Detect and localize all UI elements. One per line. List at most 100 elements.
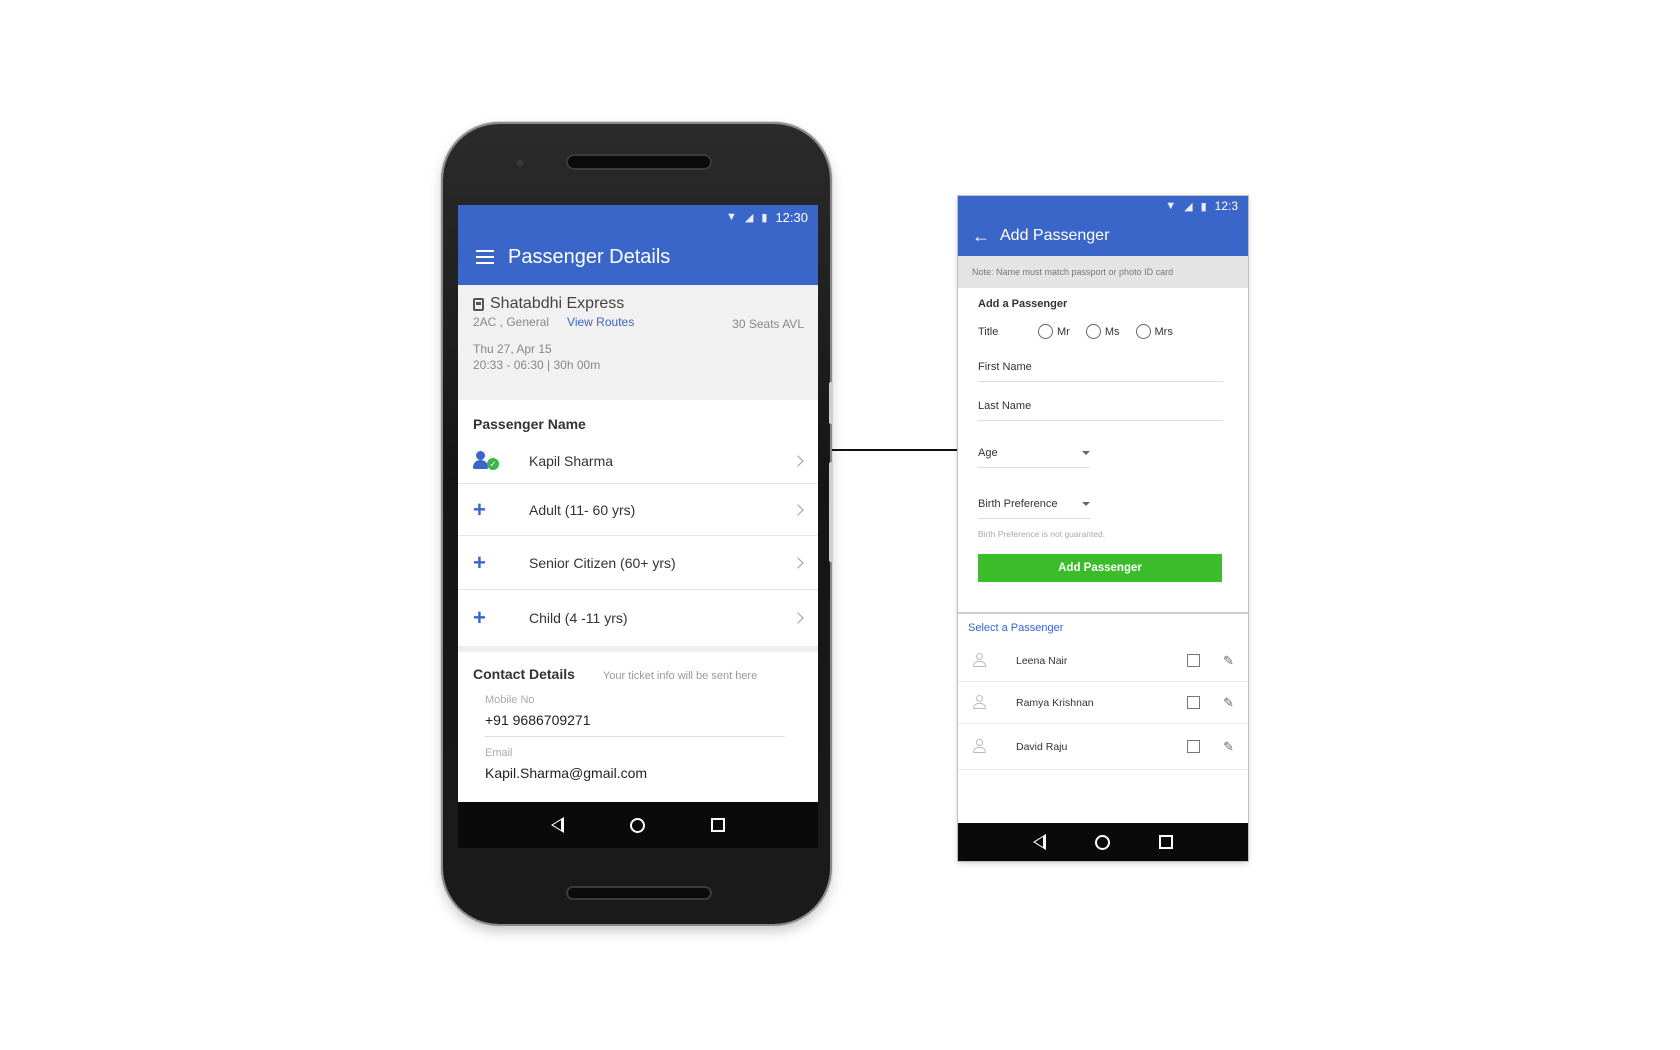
birth-label: Birth Preference (978, 498, 1058, 510)
age-select[interactable]: Age (978, 447, 1090, 468)
train-summary-card: Shatabdhi Express 2AC , General View Rou… (458, 285, 818, 400)
plus-icon: + (473, 549, 486, 575)
user-outline-icon (972, 738, 988, 755)
saved-passenger-row[interactable]: David Raju ✎ (958, 724, 1248, 770)
radio-mr-label: Mr (1057, 325, 1070, 338)
radio-mrs-label: Mrs (1154, 325, 1173, 338)
add-senior-row[interactable]: + Senior Citizen (60+ yrs) (458, 536, 818, 590)
mobile-label: Mobile No (485, 694, 535, 706)
add-adult-row[interactable]: + Adult (11- 60 yrs) (458, 484, 818, 536)
email-value[interactable]: Kapil.Sharma@gmail.com (485, 765, 785, 789)
title-label: Title (978, 325, 999, 338)
mobile-value[interactable]: +91 9686709271 (485, 712, 785, 737)
birth-preference-select[interactable]: Birth Preference (978, 498, 1090, 519)
selected-passenger-row[interactable]: ✓ Kapil Sharma (458, 438, 818, 484)
user-check-icon: ✓ (473, 450, 501, 471)
add-child-label: Child (4 -11 yrs) (529, 610, 628, 626)
add-child-row[interactable]: + Child (4 -11 yrs) (458, 590, 818, 646)
form-title: Add a Passenger (978, 298, 1068, 310)
phone-side-button (829, 462, 833, 562)
passenger-section-title: Passenger Name (473, 416, 586, 432)
saved-passenger-name: Ramya Krishnan (1016, 696, 1094, 709)
arrow-left-icon[interactable]: ← (972, 227, 990, 245)
view-routes-link[interactable]: View Routes (567, 315, 634, 329)
plus-icon: + (473, 605, 486, 630)
user-outline-icon (972, 652, 988, 669)
train-icon (473, 297, 484, 311)
pencil-edit-icon[interactable]: ✎ (1223, 695, 1234, 711)
age-label: Age (978, 447, 998, 459)
back-triangle-icon[interactable] (551, 817, 564, 833)
saved-passenger-name: David Raju (1016, 740, 1068, 753)
name-note: Note: Name must match passport or photo … (958, 256, 1248, 288)
home-circle-icon[interactable] (1094, 834, 1110, 850)
status-bar: ▼ ◢ ▮ 12:30 (458, 205, 818, 229)
seats-available: 30 Seats AVL (732, 317, 804, 331)
page-title: Passenger Details (508, 245, 671, 268)
email-label: Email (485, 747, 513, 759)
wifi-icon: ▼ (726, 211, 737, 223)
recents-square-icon[interactable] (1159, 835, 1174, 849)
status-time: 12:30 (775, 209, 808, 225)
checkbox[interactable] (1187, 740, 1200, 753)
android-nav-bar (958, 823, 1248, 861)
checkbox[interactable] (1187, 654, 1200, 667)
user-outline-icon (972, 694, 988, 711)
battery-icon: ▮ (1200, 200, 1207, 213)
select-passenger-section: Select a Passenger Leena Nair ✎ Ramya Kr… (958, 612, 1248, 770)
add-passenger-button[interactable]: Add Passenger (978, 554, 1222, 582)
radio-ms[interactable]: Ms (1085, 324, 1120, 339)
add-adult-label: Adult (11- 60 yrs) (529, 501, 636, 518)
status-bar: ▼ ◢ ▮ 12:3 (958, 196, 1248, 216)
contact-details-section: Contact Details Your ticket info will be… (458, 652, 818, 789)
add-senior-label: Senior Citizen (60+ yrs) (529, 554, 676, 571)
train-class: 2AC , General (473, 315, 550, 329)
add-passenger-screen: ▼ ◢ ▮ 12:3 ← Add Passenger Note: Name mu… (958, 196, 1248, 861)
mobile-field[interactable]: Mobile No +91 9686709271 (485, 694, 785, 737)
signal-icon: ◢ (1184, 200, 1193, 213)
chevron-right-icon (792, 454, 804, 467)
plus-icon: + (473, 496, 486, 522)
checkbox[interactable] (1187, 696, 1200, 709)
last-name-input[interactable]: Last Name (978, 400, 1223, 421)
home-circle-icon[interactable] (630, 817, 645, 833)
journey-timing: 20:33 - 06:30 | 30h 00m (473, 358, 601, 372)
first-name-input[interactable]: First Name (978, 361, 1223, 382)
radio-circle-icon (1038, 324, 1053, 339)
contact-title: Contact Details (473, 666, 575, 682)
app-bar: ← Add Passenger (958, 216, 1248, 256)
pencil-edit-icon[interactable]: ✎ (1223, 739, 1234, 755)
dropdown-caret-icon (1082, 451, 1090, 455)
email-field[interactable]: Email Kapil.Sharma@gmail.com (485, 747, 785, 789)
battery-icon: ▮ (761, 211, 768, 224)
back-triangle-icon[interactable] (1032, 834, 1046, 850)
passenger-details-screen: ▼ ◢ ▮ 12:30 Passenger Details Shatabdhi … (458, 205, 818, 848)
menu-icon[interactable] (476, 250, 494, 264)
recents-square-icon[interactable] (711, 818, 725, 832)
bottom-speaker (568, 888, 710, 898)
signal-icon: ◢ (744, 211, 754, 224)
phone-side-button (829, 382, 833, 424)
title-radio-group: Title Mr Ms Mrs (978, 324, 1228, 339)
page-title: Add Passenger (1000, 227, 1110, 244)
radio-ms-label: Ms (1104, 325, 1120, 338)
wifi-icon: ▼ (1165, 200, 1177, 212)
pencil-edit-icon[interactable]: ✎ (1223, 653, 1234, 669)
connector-line (832, 449, 960, 451)
radio-mrs[interactable]: Mrs (1135, 324, 1173, 339)
chevron-right-icon (792, 556, 804, 569)
app-bar: Passenger Details (458, 229, 818, 285)
saved-passenger-row[interactable]: Leena Nair ✎ (958, 640, 1248, 682)
dropdown-caret-icon (1082, 502, 1090, 506)
earpiece-speaker (568, 156, 710, 168)
chevron-right-icon (792, 503, 804, 516)
radio-mr[interactable]: Mr (1038, 324, 1070, 339)
birth-hint: Birth Preference is not guaranted. (978, 529, 1106, 539)
radio-circle-icon (1135, 324, 1151, 339)
journey-date: Thu 27, Apr 15 (473, 342, 552, 356)
status-time: 12:3 (1214, 199, 1238, 213)
saved-passenger-row[interactable]: Ramya Krishnan ✎ (958, 682, 1248, 724)
selected-passenger-name: Kapil Sharma (529, 452, 614, 469)
contact-note: Your ticket info will be sent here (602, 670, 758, 682)
select-section-title: Select a Passenger (968, 622, 1064, 634)
